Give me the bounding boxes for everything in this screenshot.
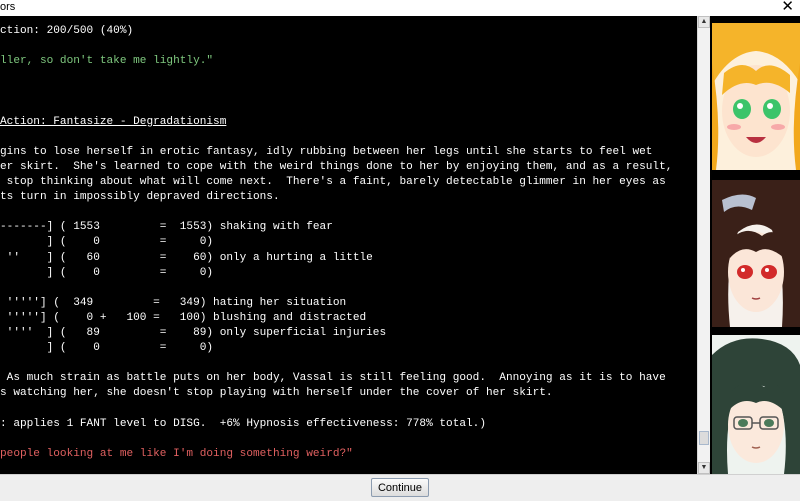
console-line: '''''] ( 0 + 100 = 100) blushing and dis…	[0, 311, 367, 324]
console-line: -------] ( 1553 = 1553) shaking with fea…	[0, 221, 333, 234]
console-lines: ction: 200/500 (40%) ller, so don't take …	[0, 16, 697, 462]
console-line: ts turn in impossibly depraved direction…	[0, 191, 280, 204]
portrait-dark-haired-girl	[712, 180, 800, 327]
scroll-up-icon[interactable]: ▲	[698, 16, 710, 28]
vertical-scrollbar[interactable]: ▲ ▼	[697, 16, 710, 474]
window-title: ors	[0, 1, 16, 13]
console-line: '''' ] ( 89 = 89) only superficial injur…	[0, 326, 387, 339]
close-icon[interactable]: ✕	[781, 0, 794, 16]
console-line: '''''] ( 349 = 349) hating her situation	[0, 296, 347, 309]
portrait-green-haired-girl	[712, 335, 800, 474]
console-line: ction: 200/500 (40%)	[0, 25, 134, 38]
title-bar: ors ✕	[0, 0, 800, 17]
console-line: gins to lose herself in erotic fantasy, …	[0, 145, 653, 158]
console-line: people looking at me like I'm doing some…	[0, 447, 353, 460]
portrait-blonde-girl	[712, 23, 800, 170]
bottom-bar: Continue	[0, 474, 800, 501]
portrait-panel	[710, 16, 800, 474]
console-line: stop thinking about what will come next.…	[0, 176, 666, 189]
console-line: s watching her, she doesn't stop playing…	[0, 387, 553, 400]
scroll-thumb[interactable]	[699, 431, 709, 446]
scroll-down-icon[interactable]: ▼	[698, 462, 710, 474]
console-line: ] ( 0 = 0)	[0, 236, 214, 249]
console-line: ] ( 0 = 0)	[0, 266, 214, 279]
console-line: ller, so don't take me lightly."	[0, 55, 214, 68]
console-line: As much strain as battle puts on her bod…	[0, 372, 666, 385]
continue-button[interactable]: Continue	[371, 478, 429, 497]
console-output: ction: 200/500 (40%) ller, so don't take …	[0, 16, 697, 474]
console-line: er skirt. She's learned to cope with the…	[0, 160, 673, 173]
console-line: : applies 1 FANT level to DISG. +6% Hypn…	[0, 417, 486, 430]
console-line: ] ( 0 = 0)	[0, 342, 214, 355]
console-line: Action: Fantasize - Degradationism	[0, 115, 227, 128]
console-line: '' ] ( 60 = 60) only a hurting a little	[0, 251, 373, 264]
